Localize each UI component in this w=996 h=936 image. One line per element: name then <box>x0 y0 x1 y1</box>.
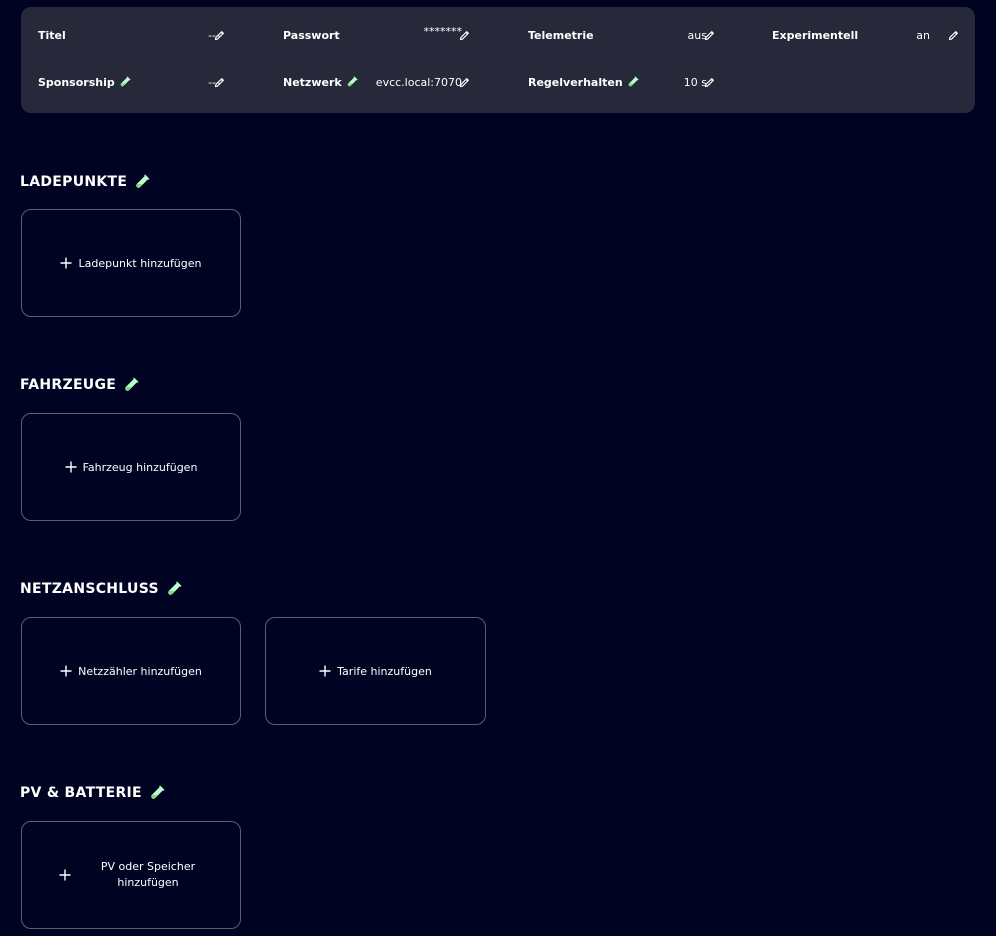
plus-icon <box>65 461 77 473</box>
pencil-icon <box>703 76 716 89</box>
pencil-icon <box>458 76 471 89</box>
edit-network-button[interactable] <box>457 75 471 89</box>
flask-icon <box>627 76 639 88</box>
edit-password-button[interactable] <box>457 28 471 42</box>
setting-control-label: Regelverhalten <box>528 72 639 92</box>
add-grid-meter-button[interactable]: Netzzähler hinzufügen <box>21 617 241 725</box>
add-tariff-button[interactable]: Tarife hinzufügen <box>265 617 486 725</box>
setting-network-value: evcc.local:7070 <box>375 75 462 89</box>
setting-control-label-text: Regelverhalten <box>528 75 623 89</box>
flask-icon <box>149 785 165 801</box>
edit-experimental-button[interactable] <box>946 28 960 42</box>
setting-network-label: Netzwerk <box>283 72 358 92</box>
setting-title: Titel --- <box>38 25 248 45</box>
setting-telemetry-label: Telemetrie <box>528 28 594 42</box>
flask-icon <box>346 76 358 88</box>
section-title-vehicles: FAHRZEUGE <box>20 375 139 395</box>
setting-control: Regelverhalten 10 s <box>528 72 738 92</box>
add-vehicle-button[interactable]: Fahrzeug hinzufügen <box>21 413 241 521</box>
setting-telemetry: Telemetrie aus <box>528 25 738 45</box>
plus-icon <box>319 665 331 677</box>
add-pv-battery-button[interactable]: PV oder Speicher hinzufügen <box>21 821 241 929</box>
pencil-icon <box>458 29 471 42</box>
section-title-loadpoints: LADEPUNKTE <box>20 172 150 192</box>
flask-icon <box>123 377 139 393</box>
flask-icon <box>134 174 150 190</box>
pencil-icon <box>703 29 716 42</box>
setting-network-label-text: Netzwerk <box>283 75 342 89</box>
pencil-icon <box>947 29 960 42</box>
edit-sponsorship-button[interactable] <box>212 75 226 89</box>
section-title-grid: NETZANSCHLUSS <box>20 579 182 599</box>
setting-sponsorship: Sponsorship --- <box>38 72 248 92</box>
add-grid-meter-label: Netzzähler hinzufügen <box>78 664 202 678</box>
add-pv-battery-label: PV oder Speicher hinzufügen <box>100 860 196 889</box>
edit-title-button[interactable] <box>212 28 226 42</box>
add-tariff-label: Tarife hinzufügen <box>337 664 432 678</box>
section-title-vehicles-text: FAHRZEUGE <box>20 377 117 393</box>
setting-sponsorship-label: Sponsorship <box>38 72 131 92</box>
plus-icon <box>59 869 71 881</box>
pencil-icon <box>213 76 226 89</box>
pencil-icon <box>213 29 226 42</box>
section-title-grid-text: NETZANSCHLUSS <box>20 581 159 597</box>
add-vehicle-label: Fahrzeug hinzufügen <box>82 460 198 474</box>
edit-control-button[interactable] <box>702 75 716 89</box>
setting-title-label: Titel <box>38 28 66 42</box>
section-title-loadpoints-text: LADEPUNKTE <box>20 174 128 190</box>
section-title-pv-battery: PV & BATTERIE <box>20 783 165 803</box>
add-loadpoint-label: Ladepunkt hinzufügen <box>78 256 202 270</box>
setting-password: Passwort ******* <box>283 25 493 45</box>
section-title-pv-battery-text: PV & BATTERIE <box>20 785 142 801</box>
setting-sponsorship-label-text: Sponsorship <box>38 75 115 89</box>
general-settings-panel: Titel --- Passwort ******* Telemetrie au… <box>21 7 975 113</box>
flask-icon <box>166 581 182 597</box>
setting-experimental: Experimentell an <box>772 25 962 45</box>
plus-icon <box>60 665 72 677</box>
setting-password-label: Passwort <box>283 28 340 42</box>
setting-experimental-label: Experimentell <box>772 28 859 42</box>
setting-network: Netzwerk evcc.local:7070 <box>283 72 493 92</box>
edit-telemetry-button[interactable] <box>702 28 716 42</box>
plus-icon <box>60 257 72 269</box>
setting-experimental-value: an <box>916 28 930 42</box>
flask-icon <box>119 76 131 88</box>
add-loadpoint-button[interactable]: Ladepunkt hinzufügen <box>21 209 241 317</box>
